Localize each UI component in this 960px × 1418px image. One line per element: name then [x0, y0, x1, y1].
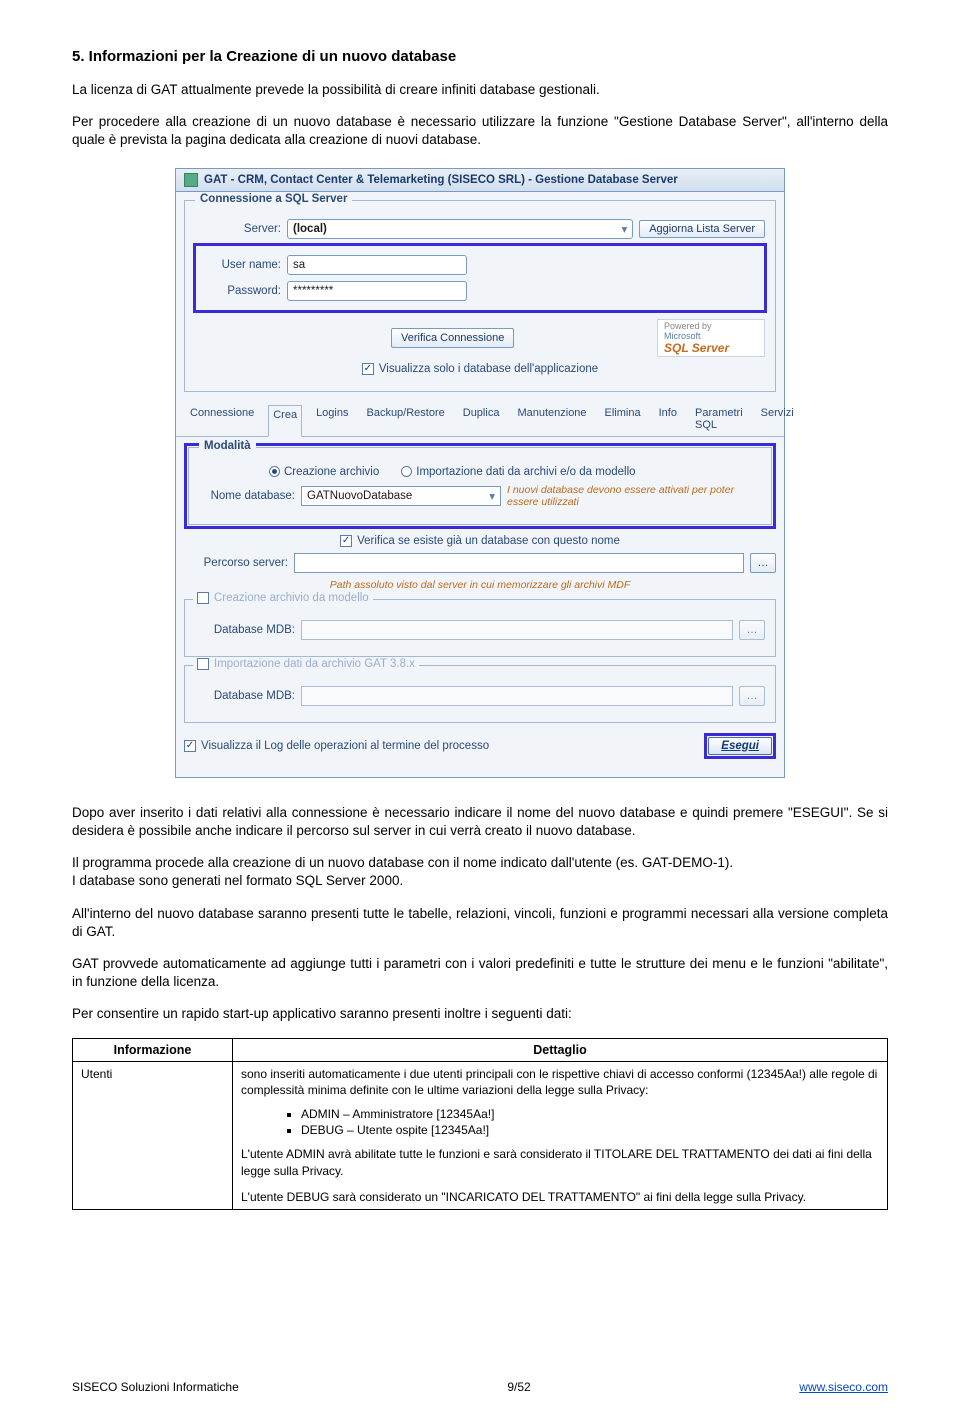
checkbox-empty-icon	[197, 658, 209, 670]
username-label: User name:	[199, 259, 281, 271]
chevron-down-icon[interactable]: ▾	[621, 222, 627, 236]
body-paragraph-5: All'interno del nuovo database saranno p…	[72, 905, 888, 941]
verify-exists-checkbox[interactable]: ✓ Verifica se esiste già un database con…	[340, 535, 620, 547]
tab-backup[interactable]: Backup/Restore	[362, 404, 448, 436]
page-footer: SISECO Soluzioni Informatiche 9/52 www.s…	[72, 1380, 888, 1394]
tab-connessione[interactable]: Connessione	[186, 404, 258, 436]
refresh-server-list-button[interactable]: Aggiorna Lista Server	[639, 220, 765, 238]
app-icon	[184, 173, 198, 187]
browse-mdb2-button: …	[739, 686, 765, 706]
mdb1-input	[301, 620, 733, 640]
connection-legend: Connessione a SQL Server	[195, 193, 352, 205]
tab-logins[interactable]: Logins	[312, 404, 352, 436]
checkmark-icon: ✓	[184, 740, 196, 752]
server-path-label: Percorso server:	[184, 557, 288, 569]
body-paragraph-4: Il programma procede alla creazione di u…	[72, 854, 888, 872]
activation-hint: I nuovi database devono essere attivati …	[507, 484, 761, 508]
tab-info[interactable]: Info	[655, 404, 681, 436]
detail-p2: L'utente ADMIN avrà abilitate tutte le f…	[241, 1146, 879, 1178]
show-log-label: Visualizza il Log delle operazioni al te…	[201, 740, 489, 752]
th-dettaglio: Dettaglio	[233, 1038, 888, 1061]
import-groupbox: Importazione dati da archivio GAT 3.8.x …	[184, 665, 776, 723]
radio-creazione-label: Creazione archivio	[284, 466, 379, 478]
mdb2-input	[301, 686, 733, 706]
password-input[interactable]: *********	[287, 281, 467, 301]
mdb1-label: Database MDB:	[195, 624, 295, 636]
dbname-value: GATNuovoDatabase	[307, 490, 412, 502]
chevron-down-icon[interactable]: ▾	[489, 489, 495, 503]
detail-intro: sono inseriti automaticamente i due uten…	[241, 1066, 879, 1098]
import-gat38-checkbox[interactable]: Importazione dati da archivio GAT 3.8.x	[193, 658, 419, 670]
checkmark-icon: ✓	[362, 363, 374, 375]
intro-paragraph-2: Per procedere alla creazione di un nuovo…	[72, 113, 888, 149]
show-log-checkbox[interactable]: ✓ Visualizza il Log delle operazioni al …	[184, 740, 489, 752]
sqlserver-label: SQL Server	[664, 341, 729, 355]
th-informazione: Informazione	[73, 1038, 233, 1061]
mdb2-label: Database MDB:	[195, 690, 295, 702]
microsoft-label: Microsoft	[664, 331, 701, 341]
tab-duplica[interactable]: Duplica	[459, 404, 504, 436]
tab-servizi[interactable]: Servizi	[757, 404, 798, 436]
modalita-groupbox: Modalità Creazione archivio Importazione…	[188, 447, 772, 525]
create-from-model-label: Creazione archivio da modello	[214, 592, 369, 604]
footer-center: 9/52	[507, 1380, 530, 1394]
server-value: (local)	[293, 223, 327, 235]
body-paragraph-4b: I database sono generati nel formato SQL…	[72, 872, 888, 890]
dbname-combobox[interactable]: GATNuovoDatabase ▾	[301, 486, 501, 506]
browse-path-button[interactable]: …	[750, 553, 776, 573]
import-gat38-label: Importazione dati da archivio GAT 3.8.x	[214, 658, 415, 670]
body-paragraph-7: Per consentire un rapido start-up applic…	[72, 1005, 888, 1023]
cell-informazione: Utenti	[73, 1061, 233, 1209]
footer-link[interactable]: www.siseco.com	[799, 1380, 888, 1394]
info-table: Informazione Dettaglio Utenti sono inser…	[72, 1038, 888, 1210]
server-label: Server:	[195, 223, 281, 235]
sqlserver-badge: Powered by Microsoft SQL Server	[657, 319, 765, 357]
tabs-bar: Connessione Crea Logins Backup/Restore D…	[176, 400, 784, 437]
dbname-label: Nome database:	[199, 490, 295, 502]
radio-creazione-archivio[interactable]: Creazione archivio	[269, 466, 379, 478]
tab-parametri[interactable]: Parametri SQL	[691, 404, 747, 436]
password-label: Password:	[199, 285, 281, 297]
body-paragraph-6: GAT provvede automaticamente ad aggiunge…	[72, 955, 888, 991]
radio-importazione-label: Importazione dati da archivi e/o da mode…	[416, 466, 635, 478]
titlebar: GAT - CRM, Contact Center & Telemarketin…	[176, 169, 784, 192]
show-only-app-db-checkbox[interactable]: ✓ Visualizza solo i database dell'applic…	[362, 363, 598, 375]
browse-mdb1-button: …	[739, 620, 765, 640]
detail-debug: DEBUG – Utente ospite [12345Aa!]	[301, 1122, 879, 1138]
verify-connection-button[interactable]: Verifica Connessione	[391, 328, 514, 348]
connection-groupbox: Connessione a SQL Server Server: (local)…	[184, 200, 776, 392]
server-path-input[interactable]	[294, 553, 744, 573]
intro-paragraph-1: La licenza di GAT attualmente prevede la…	[72, 81, 888, 99]
app-window: GAT - CRM, Contact Center & Telemarketin…	[175, 168, 785, 778]
detail-p3: L'utente DEBUG sarà considerato un "INCA…	[241, 1189, 879, 1205]
server-combobox[interactable]: (local) ▾	[287, 219, 633, 239]
create-from-model-checkbox[interactable]: Creazione archivio da modello	[193, 592, 373, 604]
path-hint: Path assoluto visto dal server in cui me…	[330, 579, 631, 591]
verify-exists-label: Verifica se esiste già un database con q…	[357, 535, 620, 547]
cell-dettaglio: sono inseriti automaticamente i due uten…	[233, 1061, 888, 1209]
tab-manutenzione[interactable]: Manutenzione	[513, 404, 590, 436]
body-paragraph-3: Dopo aver inserito i dati relativi alla …	[72, 804, 888, 840]
checkmark-icon: ✓	[340, 535, 352, 547]
footer-left: SISECO Soluzioni Informatiche	[72, 1380, 239, 1394]
tab-crea[interactable]: Crea	[268, 405, 302, 437]
detail-admin: ADMIN – Amministratore [12345Aa!]	[301, 1106, 879, 1122]
radio-unchecked-icon	[401, 466, 412, 477]
radio-importazione-dati[interactable]: Importazione dati da archivi e/o da mode…	[401, 466, 635, 478]
radio-checked-icon	[269, 466, 280, 477]
show-only-app-db-label: Visualizza solo i database dell'applicaz…	[379, 363, 598, 375]
tab-elimina[interactable]: Elimina	[601, 404, 645, 436]
section-heading: 5. Informazioni per la Creazione di un n…	[72, 48, 888, 65]
model-groupbox: Creazione archivio da modello Database M…	[184, 599, 776, 657]
checkbox-empty-icon	[197, 592, 209, 604]
powered-by-label: Powered by	[664, 321, 712, 331]
table-row: Utenti sono inseriti automaticamente i d…	[73, 1061, 888, 1209]
username-input[interactable]: sa	[287, 255, 467, 275]
execute-button[interactable]: Esegui	[708, 737, 772, 755]
modalita-legend: Modalità	[199, 440, 256, 452]
window-title: GAT - CRM, Contact Center & Telemarketin…	[204, 174, 678, 186]
